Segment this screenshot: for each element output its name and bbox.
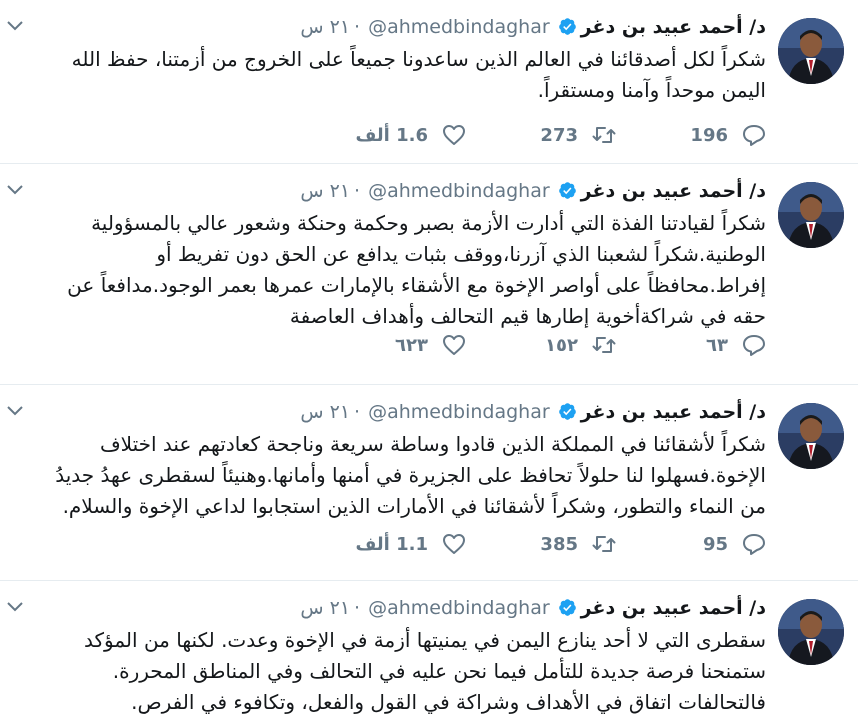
like-button[interactable]: 1.6 ألف (316, 124, 466, 146)
like-count: 1.6 ألف (355, 124, 428, 146)
tweet[interactable]: د/ أحمد عبيد بن دغر@ahmedbindaghar·٢١ س … (0, 581, 858, 717)
chevron-down-icon[interactable] (6, 184, 24, 196)
timeline: د/ أحمد عبيد بن دغر@ahmedbindaghar·٢١ س … (0, 0, 858, 717)
separator-dot: · (354, 16, 361, 38)
tweet-header: د/ أحمد عبيد بن دغر @ahmedbindaghar ·٢١ س (300, 399, 766, 425)
reply-count: ٦٣ (706, 334, 728, 356)
avatar-image (778, 182, 844, 248)
reply-icon (743, 335, 765, 356)
separator-dot: · (354, 401, 361, 423)
author-name[interactable]: د/ أحمد عبيد بن دغر (581, 597, 766, 619)
retweet-count: ١٥٢ (545, 334, 578, 356)
tweet[interactable]: د/ أحمد عبيد بن دغر@ahmedbindaghar·٢١ س … (0, 164, 858, 385)
tweet-text: سقطرى التي لا أحد ينازع اليمن في يمنيتها… (84, 628, 766, 714)
reply-count: 95 (702, 533, 728, 555)
reply-button[interactable]: 196 (616, 124, 766, 146)
tweet-text: شكراً لكل أصدقائنا في العالم الذين ساعدو… (71, 47, 766, 102)
retweet-count: 273 (540, 124, 578, 146)
verified-badge-icon (558, 181, 577, 200)
author-handle[interactable]: @ahmedbindaghar (368, 180, 550, 202)
tweet-time[interactable]: ٢١ س (300, 16, 350, 38)
separator-dot: · (354, 180, 361, 202)
heart-icon (443, 534, 465, 554)
retweet-icon (592, 536, 616, 552)
reply-button[interactable]: ٦٣ (616, 334, 766, 356)
tweet-time[interactable]: ٢١ س (300, 180, 350, 202)
like-count: 1.1 ألف (355, 533, 428, 555)
heart-icon (443, 125, 465, 145)
tweet[interactable]: د/ أحمد عبيد بن دغر@ahmedbindaghar·٢١ س … (0, 0, 858, 164)
tweet-text: شكراً لأشقائنا في المملكة الذين قادوا وس… (55, 432, 766, 518)
avatar-image (778, 403, 844, 469)
reply-count: 196 (690, 124, 728, 146)
tweet-actions: ٦٣ ١٥٢ ٦٢٣ (316, 334, 766, 356)
retweet-button[interactable]: ١٥٢ (466, 334, 616, 356)
tweet-text: شكراً لقيادتنا الفذة التي أدارت الأزمة ب… (67, 211, 766, 328)
avatar[interactable] (778, 18, 844, 84)
tweet[interactable]: د/ أحمد عبيد بن دغر@ahmedbindaghar·٢١ س … (0, 385, 858, 581)
tweet-actions: 196 273 1.6 ألف (316, 124, 766, 146)
retweet-button[interactable]: 385 (466, 533, 616, 555)
avatar-image (778, 18, 844, 84)
tweet-time[interactable]: ٢١ س (300, 597, 350, 619)
reply-icon (743, 534, 765, 555)
author-handle[interactable]: @ahmedbindaghar (368, 16, 550, 38)
author-handle[interactable]: @ahmedbindaghar (368, 597, 550, 619)
avatar[interactable] (778, 182, 844, 248)
verified-badge-icon (558, 17, 577, 36)
tweet-header: د/ أحمد عبيد بن دغر @ahmedbindaghar ·٢١ س (300, 14, 766, 40)
like-button[interactable]: 1.1 ألف (316, 533, 466, 555)
reply-button[interactable]: 95 (616, 533, 766, 555)
avatar-image (778, 599, 844, 665)
author-name[interactable]: د/ أحمد عبيد بن دغر (581, 180, 766, 202)
verified-badge-icon (558, 598, 577, 617)
retweet-count: 385 (540, 533, 578, 555)
avatar[interactable] (778, 599, 844, 665)
retweet-icon (592, 337, 616, 353)
tweet-actions: 95 385 1.1 ألف (316, 533, 766, 555)
reply-icon (743, 125, 765, 146)
tweet-header: د/ أحمد عبيد بن دغر @ahmedbindaghar ·٢١ س (300, 595, 766, 621)
chevron-down-icon[interactable] (6, 405, 24, 417)
chevron-down-icon[interactable] (6, 601, 24, 613)
tweet-time[interactable]: ٢١ س (300, 401, 350, 423)
verified-badge-icon (558, 402, 577, 421)
author-handle[interactable]: @ahmedbindaghar (368, 401, 550, 423)
author-name[interactable]: د/ أحمد عبيد بن دغر (581, 16, 766, 38)
retweet-button[interactable]: 273 (466, 124, 616, 146)
like-button[interactable]: ٦٢٣ (316, 334, 466, 356)
heart-icon (443, 335, 465, 355)
like-count: ٦٢٣ (395, 334, 428, 356)
separator-dot: · (354, 597, 361, 619)
retweet-icon (592, 127, 616, 143)
chevron-down-icon[interactable] (6, 20, 24, 32)
author-name[interactable]: د/ أحمد عبيد بن دغر (581, 401, 766, 423)
tweet-header: د/ أحمد عبيد بن دغر @ahmedbindaghar ·٢١ س (300, 178, 766, 204)
avatar[interactable] (778, 403, 844, 469)
